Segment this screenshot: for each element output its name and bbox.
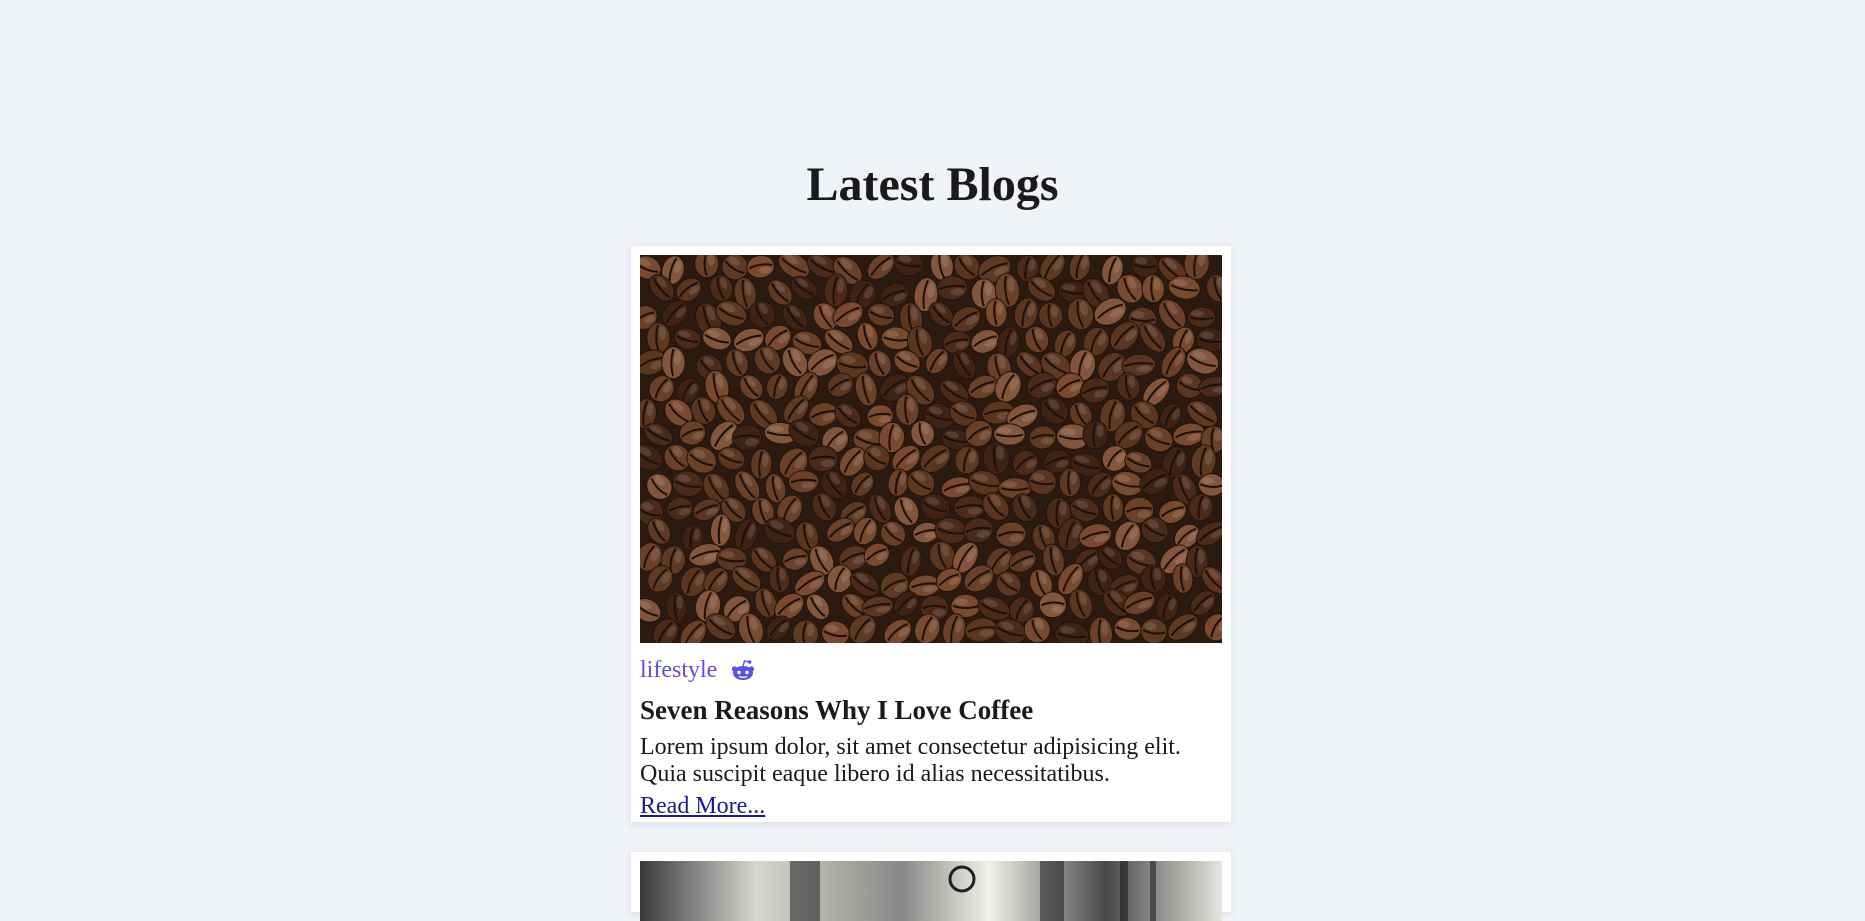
- blog-card-image[interactable]: [640, 255, 1222, 643]
- blog-card-excerpt: Lorem ipsum dolor, sit amet consectetur …: [640, 734, 1181, 787]
- page-title: Latest Blogs: [806, 158, 1059, 211]
- blog-card: lifestyle Seven Reasons Why I Love Coffe…: [631, 246, 1231, 822]
- blog-card-meta: lifestyle: [640, 656, 1222, 684]
- read-more-link[interactable]: Read More...: [640, 792, 765, 820]
- blog-card-title[interactable]: Seven Reasons Why I Love Coffee: [640, 694, 1222, 726]
- coffee-beans-image: [640, 255, 1222, 643]
- blog-card: [631, 852, 1231, 921]
- grayscale-photo-image: [640, 861, 1222, 921]
- category-link[interactable]: lifestyle: [640, 656, 717, 684]
- reddit-icon[interactable]: [731, 658, 755, 682]
- blog-card-image[interactable]: [640, 861, 1222, 921]
